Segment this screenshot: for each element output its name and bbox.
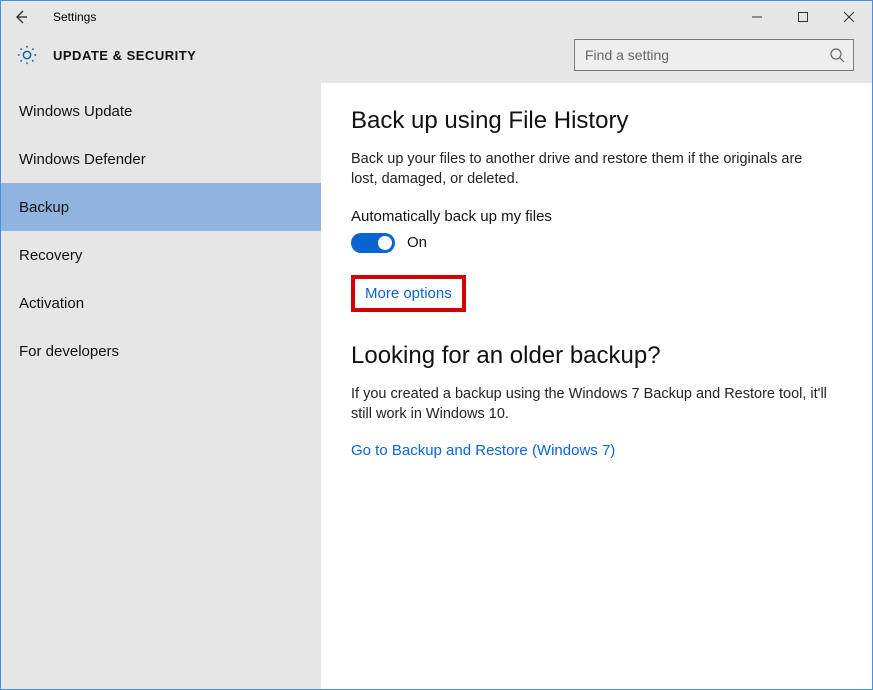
sidebar-item-label: Windows Defender [19, 151, 146, 168]
minimize-button[interactable] [734, 1, 780, 33]
sidebar-item-label: Windows Update [19, 103, 132, 120]
window-controls [734, 1, 872, 33]
toggle-thumb [378, 236, 392, 250]
titlebar: Settings [1, 1, 872, 33]
auto-backup-toggle-row: On [351, 233, 842, 253]
sidebar-item-label: Backup [19, 199, 69, 216]
section-description-older-backup: If you created a backup using the Window… [351, 384, 831, 425]
sidebar-item-windows-defender[interactable]: Windows Defender [1, 135, 321, 183]
highlight-annotation: More options [351, 275, 466, 312]
body: Windows Update Windows Defender Backup R… [1, 83, 872, 689]
back-button[interactable] [1, 1, 41, 33]
settings-window: Settings UPDATE & SECURITY [0, 0, 873, 690]
more-options-link[interactable]: More options [365, 285, 452, 302]
search-input[interactable] [583, 46, 829, 64]
close-button[interactable] [826, 1, 872, 33]
maximize-button[interactable] [780, 1, 826, 33]
search-box[interactable] [574, 39, 854, 71]
header: UPDATE & SECURITY [1, 33, 872, 83]
backup-restore-win7-link[interactable]: Go to Backup and Restore (Windows 7) [351, 442, 842, 459]
sidebar-item-for-developers[interactable]: For developers [1, 327, 321, 375]
back-arrow-icon [13, 9, 29, 25]
auto-backup-toggle[interactable] [351, 233, 395, 253]
section-heading-file-history: Back up using File History [351, 107, 842, 135]
search-icon [829, 47, 845, 63]
section-description-file-history: Back up your files to another drive and … [351, 149, 831, 190]
sidebar-item-label: Activation [19, 295, 84, 312]
sidebar-item-windows-update[interactable]: Windows Update [1, 87, 321, 135]
sidebar-item-label: For developers [19, 343, 119, 360]
window-title: Settings [41, 10, 96, 24]
category-title: UPDATE & SECURITY [53, 48, 196, 63]
content-pane: Back up using File History Back up your … [321, 83, 872, 689]
sidebar: Windows Update Windows Defender Backup R… [1, 83, 321, 689]
sidebar-item-recovery[interactable]: Recovery [1, 231, 321, 279]
sidebar-item-activation[interactable]: Activation [1, 279, 321, 327]
sidebar-item-label: Recovery [19, 247, 82, 264]
gear-icon [13, 41, 41, 69]
toggle-state-label: On [407, 234, 427, 251]
sidebar-item-backup[interactable]: Backup [1, 183, 321, 231]
section-heading-older-backup: Looking for an older backup? [351, 342, 842, 370]
toggle-caption: Automatically back up my files [351, 208, 842, 225]
